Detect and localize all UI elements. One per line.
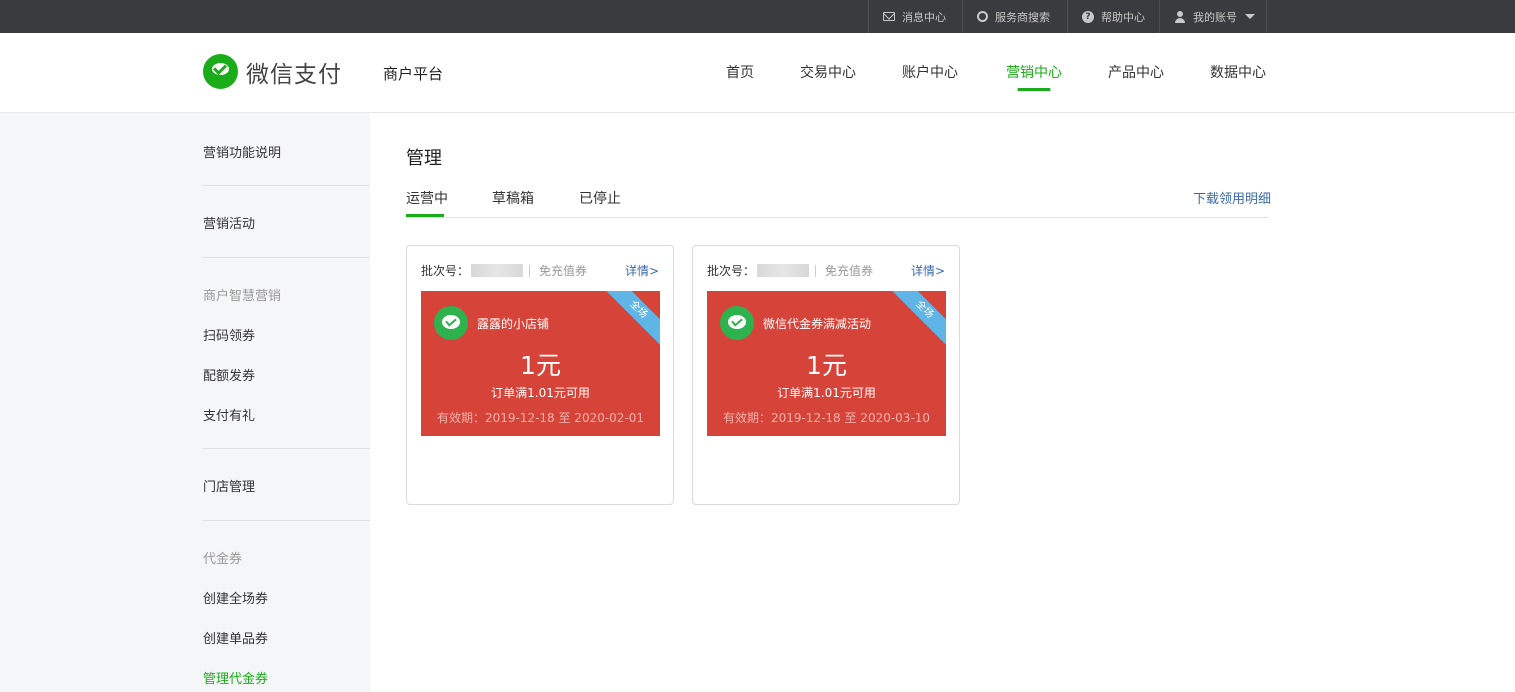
platform-title: 商户平台 [383,65,444,83]
wechat-icon [720,306,754,340]
store-name: 微信代金券满减活动 [763,317,872,331]
nav-product-label: 产品中心 [1108,65,1164,81]
nav-marketing-center[interactable]: 营销中心 [1006,62,1062,91]
sidebar-divider [203,520,370,521]
wechat-pay-logo-icon [203,54,238,89]
batch-info: 批次号： 免充值券 [421,262,587,279]
tabs-divider [406,217,1268,218]
nav-transaction-label: 交易中心 [800,65,856,81]
nav-data-center[interactable]: 数据中心 [1210,62,1266,82]
sidebar-item-create-store-coupon[interactable]: 创建全场券 [203,588,268,607]
sidebar-item-marketing-activity[interactable]: 营销活动 [203,213,255,232]
tab-stopped[interactable]: 已停止 [579,188,621,208]
nav-product-center[interactable]: 产品中心 [1108,62,1164,82]
message-center-link[interactable]: 消息中心 [868,0,962,33]
coupon-card: 批次号： 免充值券 详情> 露露的小店铺 1元 订单满1.01元可用 有效期：2… [406,245,674,505]
nav-account-center[interactable]: 账户中心 [902,62,958,82]
coupon-amount: 1元 [806,351,847,380]
sidebar-group-smart-marketing: 商户智慧营销 [203,289,282,304]
nav-active-indicator [1017,88,1051,91]
separator [529,264,531,277]
separator [815,264,817,277]
coupon-type: 免充值券 [539,264,588,278]
tab-running[interactable]: 运营中 [406,188,448,217]
wechat-icon [434,306,468,340]
wechat-pay-logo[interactable]: 微信支付 [203,54,342,89]
sidebar-item-create-product-coupon[interactable]: 创建单品券 [203,628,268,647]
my-account-dropdown[interactable]: 我的账号 [1159,0,1266,33]
sidebar-item-scan-coupon[interactable]: 扫码领券 [203,325,255,344]
sidebar-item-manage-coupons[interactable]: 管理代金券 [203,668,268,687]
coupon-amount: 1元 [520,351,561,380]
sidebar-item-store-management[interactable]: 门店管理 [203,476,255,495]
nav-transaction-center[interactable]: 交易中心 [800,62,856,82]
main-header: 微信支付 商户平台 首页 交易中心 账户中心 营销中心 产品中心 数据中心 [0,33,1515,113]
store-name: 露露的小店铺 [477,317,550,331]
search-icon [977,11,988,22]
nav-marketing-label: 营销中心 [1006,65,1062,81]
my-account-label: 我的账号 [1193,10,1237,24]
coupon-card: 批次号： 免充值券 详情> 微信代金券满减活动 1元 订单满1.01元可用 有效… [692,245,960,505]
coupon-condition: 订单满1.01元可用 [491,386,590,400]
sidebar-divider [203,257,370,258]
sidebar-divider [203,185,370,186]
store-wide-ribbon: 全场 [600,291,660,348]
sidebar-item-quota-coupon[interactable]: 配额发券 [203,365,255,384]
sidebar-item-pay-gift[interactable]: 支付有礼 [203,405,255,424]
page-title: 管理 [406,148,442,169]
sidebar [0,113,370,692]
coupon-preview: 露露的小店铺 1元 订单满1.01元可用 有效期：2019-12-18 至 20… [421,291,660,436]
detail-link[interactable]: 详情> [911,262,945,279]
coupon-preview: 微信代金券满减活动 1元 订单满1.01元可用 有效期：2019-12-18 至… [707,291,946,436]
tab-drafts-label: 草稿箱 [492,191,534,207]
nav-data-label: 数据中心 [1210,65,1266,81]
nav-home[interactable]: 首页 [726,62,754,82]
tab-stopped-label: 已停止 [579,191,621,207]
batch-label: 批次号： [421,264,470,278]
chevron-down-icon [1245,14,1255,19]
coupon-condition: 订单满1.01元可用 [777,386,876,400]
tab-running-label: 运营中 [406,191,448,207]
batch-number-masked [471,264,524,277]
help-center-link[interactable]: ? 帮助中心 [1067,0,1159,33]
tab-drafts[interactable]: 草稿箱 [492,188,534,208]
sidebar-divider [203,448,370,449]
download-claim-details-link[interactable]: 下载领用明细 [1193,188,1271,207]
store-wide-ribbon: 全场 [886,291,946,348]
batch-number-masked [757,264,810,277]
detail-link[interactable]: 详情> [625,262,659,279]
provider-search-label: 服务商搜索 [995,10,1050,24]
help-center-label: 帮助中心 [1101,10,1145,24]
coupon-validity: 有效期：2019-12-18 至 2020-03-10 [722,411,931,425]
user-icon [1174,10,1186,23]
batch-label: 批次号： [707,264,756,278]
nav-account-label: 账户中心 [902,65,958,81]
mail-icon [883,12,895,21]
help-icon: ? [1082,10,1094,23]
message-center-label: 消息中心 [902,10,946,24]
sidebar-group-coupons: 代金券 [203,552,243,567]
coupon-type: 免充值券 [825,264,874,278]
coupon-validity: 有效期：2019-12-18 至 2020-02-01 [436,411,645,425]
nav-home-label: 首页 [726,65,754,81]
provider-search-link[interactable]: 服务商搜索 [962,0,1067,33]
sidebar-item-marketing-intro[interactable]: 营销功能说明 [203,142,281,161]
logo-text: 微信支付 [246,61,342,88]
top-utility-bar: 消息中心 服务商搜索 ? 帮助中心 我的账号 [0,0,1515,33]
topbar-divider [1266,0,1267,33]
batch-info: 批次号： 免充值券 [707,262,873,279]
